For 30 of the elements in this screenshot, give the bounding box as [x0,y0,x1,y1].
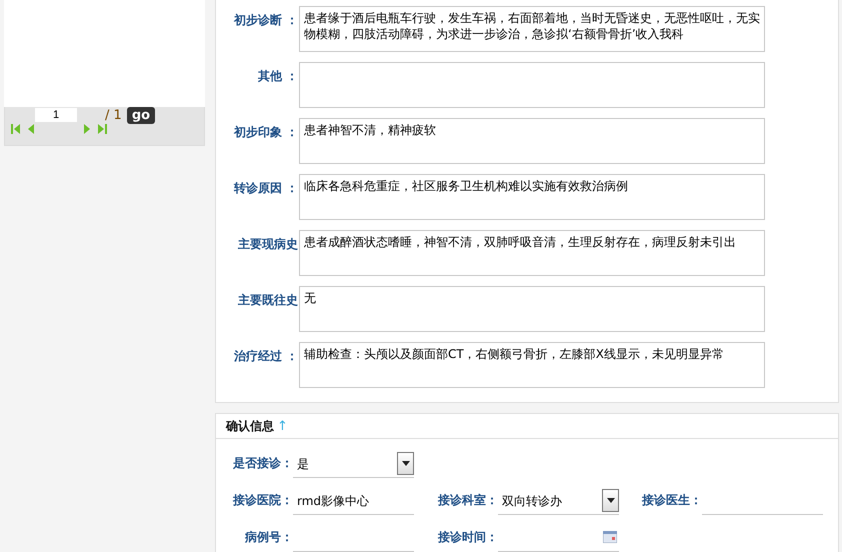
field-label: 接诊医院： [232,492,293,509]
text-area[interactable]: 无 [299,286,765,332]
field-label: 接诊科室： [436,492,498,509]
text-area[interactable] [299,62,765,108]
calendar-icon[interactable] [603,531,617,543]
field-label: 主要现病史 [237,236,298,253]
text-area[interactable]: 临床各急科危重症，社区服务卫生机构难以实施有效救治病例 [299,174,765,220]
text-area[interactable]: 患者缘于酒后电瓶车行驶，发生车祸，右面部着地，当时无昏迷史，无恶性呕吐，无实物模糊，四肢活动障碍，为求进一步诊治，急诊拟‘右额骨骨折’收入我科 [299,6,765,52]
field-label: 初步印象 ： [232,124,298,141]
text-area[interactable]: 患者成醉酒状态嗜睡，神智不清，双肺呼吸音清，生理反射存在，病理反射未引出 [299,230,765,276]
input-field[interactable]: rmd影像中心 [293,488,414,515]
field-label: 转诊原因 ： [232,180,298,197]
field-label: 治疗经过 ： [232,348,298,365]
field-label: 接诊时间： [436,529,498,546]
field-label: 其他 ： [256,68,298,85]
dropdown[interactable]: 双向转诊办 [498,488,619,515]
field-label: 病例号： [244,529,293,546]
first-page-icon[interactable] [11,124,21,134]
go-button[interactable]: go [127,107,155,124]
last-page-icon[interactable] [97,124,107,134]
text-area[interactable]: 患者神智不清，精神疲软 [299,118,765,164]
dropdown[interactable]: 是 [293,451,414,478]
page-total: / 1 [105,108,122,123]
field-label: 初步诊断 ： [232,12,298,29]
field-label: 接诊医生： [640,492,702,509]
section-title: 确认信息 [226,418,274,434]
page-input[interactable]: 1 [35,108,77,122]
field-label: 主要既往史 [237,292,298,309]
field-label: 是否接诊： [232,455,293,472]
text-area[interactable]: 辅助检查：头颅以及颜面部CT，右侧额弓骨折，左膝部X线显示，未见明显异常 [299,342,765,388]
